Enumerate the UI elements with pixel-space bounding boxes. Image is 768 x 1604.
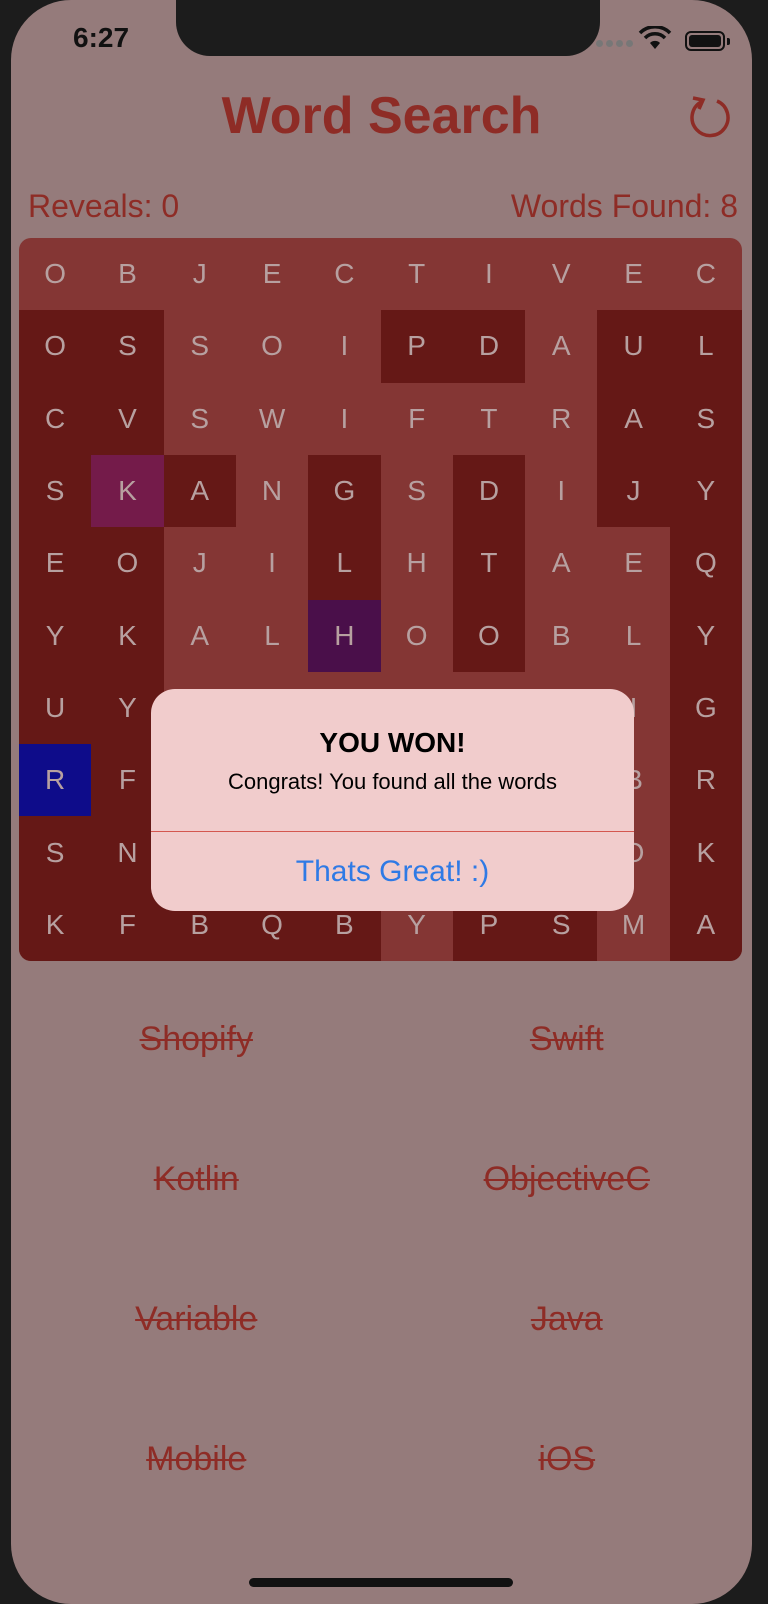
grid-cell[interactable]: B: [91, 238, 163, 310]
signal-icon: [596, 40, 633, 47]
grid-cell[interactable]: T: [452, 527, 526, 600]
grid-cell[interactable]: K: [19, 888, 92, 961]
grid-cell[interactable]: B: [525, 600, 597, 672]
phone-screen: 6:27 Word Search Reveals: 0 Words Found:…: [11, 0, 752, 1604]
wifi-icon: [638, 26, 672, 49]
grid-cell[interactable]: S: [381, 455, 453, 527]
grid-cell[interactable]: C: [308, 238, 380, 310]
words-found-count: Words Found: 8: [510, 188, 738, 224]
grid-cell[interactable]: Y: [669, 599, 742, 672]
word-list: Shopify Swift Kotlin ObjectiveC Variable Java…: [11, 1000, 752, 1560]
grid-cell[interactable]: I: [236, 527, 308, 599]
word-item: ObjectiveC: [483, 1160, 650, 1198]
grid-cell[interactable]: S: [164, 310, 236, 382]
grid-cell[interactable]: K: [91, 599, 164, 672]
page-title: Word Search: [221, 87, 542, 145]
grid-cell[interactable]: I: [525, 455, 597, 527]
notch: [176, 0, 600, 56]
grid-cell[interactable]: Y: [669, 454, 742, 528]
battery-tip: [727, 38, 730, 45]
grid-cell[interactable]: O: [452, 599, 526, 672]
grid-cell[interactable]: J: [164, 238, 236, 310]
grid-cell[interactable]: R: [19, 744, 92, 817]
grid-cell[interactable]: S: [164, 383, 236, 455]
grid-cell[interactable]: R: [525, 383, 597, 455]
grid-cell[interactable]: S: [91, 310, 164, 383]
grid-cell[interactable]: D: [452, 310, 526, 383]
grid-cell[interactable]: P: [380, 310, 453, 383]
grid-cell[interactable]: S: [19, 454, 92, 528]
grid-cell[interactable]: N: [236, 455, 308, 527]
grid-cell[interactable]: V: [91, 382, 164, 455]
grid-cell[interactable]: S: [19, 816, 92, 889]
word-item: Shopify: [139, 1020, 253, 1058]
grid-cell[interactable]: O: [19, 310, 92, 383]
grid-cell[interactable]: O: [236, 310, 308, 382]
refresh-icon[interactable]: [687, 94, 733, 140]
grid-cell[interactable]: E: [19, 527, 92, 600]
grid-cell[interactable]: A: [597, 382, 670, 455]
grid-cell[interactable]: I: [308, 383, 380, 455]
grid-cell[interactable]: K: [669, 816, 742, 889]
grid-cell[interactable]: U: [597, 310, 670, 383]
reveals-count: Reveals: 0: [28, 188, 180, 224]
grid-cell[interactable]: J: [597, 454, 670, 528]
word-item: iOS: [538, 1440, 596, 1478]
grid-cell[interactable]: D: [452, 454, 526, 528]
grid-cell[interactable]: W: [236, 383, 308, 455]
grid-cell[interactable]: T: [381, 238, 453, 310]
alert-title: YOU WON!: [319, 727, 466, 758]
grid-cell[interactable]: S: [669, 382, 742, 455]
grid-cell[interactable]: K: [91, 454, 164, 528]
status-time: 6:27: [73, 22, 130, 53]
grid-cell[interactable]: Q: [669, 527, 742, 600]
grid-cell[interactable]: O: [19, 238, 91, 310]
grid-cell[interactable]: L: [236, 600, 308, 672]
grid-cell[interactable]: C: [670, 238, 742, 310]
word-item: Swift: [529, 1020, 604, 1058]
word-item: Kotlin: [153, 1160, 239, 1198]
grid-cell[interactable]: E: [597, 527, 669, 599]
grid-cell[interactable]: G: [308, 454, 381, 528]
grid-cell[interactable]: O: [91, 527, 164, 600]
grid-cell[interactable]: A: [669, 888, 742, 961]
word-item: Variable: [135, 1300, 258, 1338]
grid-cell[interactable]: L: [597, 600, 669, 672]
grid-cell[interactable]: E: [236, 238, 308, 310]
grid-cell[interactable]: L: [669, 310, 742, 383]
grid-cell[interactable]: A: [525, 527, 597, 599]
home-indicator[interactable]: [249, 1578, 513, 1587]
word-item: Java: [530, 1300, 603, 1338]
grid-cell[interactable]: R: [669, 744, 742, 817]
grid-cell[interactable]: A: [163, 454, 236, 528]
grid-cell[interactable]: C: [19, 382, 92, 455]
win-alert: YOU WON! Congrats! You found all the wor…: [151, 689, 634, 911]
grid-cell[interactable]: H: [381, 527, 453, 599]
alert-message: Congrats! You found all the words: [227, 769, 557, 794]
grid-cell[interactable]: I: [308, 310, 380, 382]
grid-cell[interactable]: U: [19, 671, 92, 745]
grid-cell[interactable]: A: [525, 310, 597, 382]
battery-icon: [685, 31, 725, 51]
grid-cell[interactable]: E: [597, 238, 669, 310]
grid-cell[interactable]: G: [669, 671, 742, 745]
word-item: Mobile: [146, 1440, 247, 1478]
grid-cell[interactable]: J: [164, 527, 236, 599]
grid-cell[interactable]: V: [525, 238, 597, 310]
grid-cell[interactable]: I: [453, 238, 525, 310]
grid-cell[interactable]: L: [308, 527, 381, 600]
grid-cell[interactable]: H: [308, 599, 381, 672]
thats-great-button[interactable]: Thats Great! :): [151, 832, 634, 911]
grid-cell[interactable]: A: [164, 600, 236, 672]
grid-cell[interactable]: T: [453, 383, 525, 455]
grid-cell[interactable]: O: [381, 600, 453, 672]
grid-cell[interactable]: Y: [19, 599, 92, 672]
grid-cell[interactable]: F: [381, 383, 453, 455]
